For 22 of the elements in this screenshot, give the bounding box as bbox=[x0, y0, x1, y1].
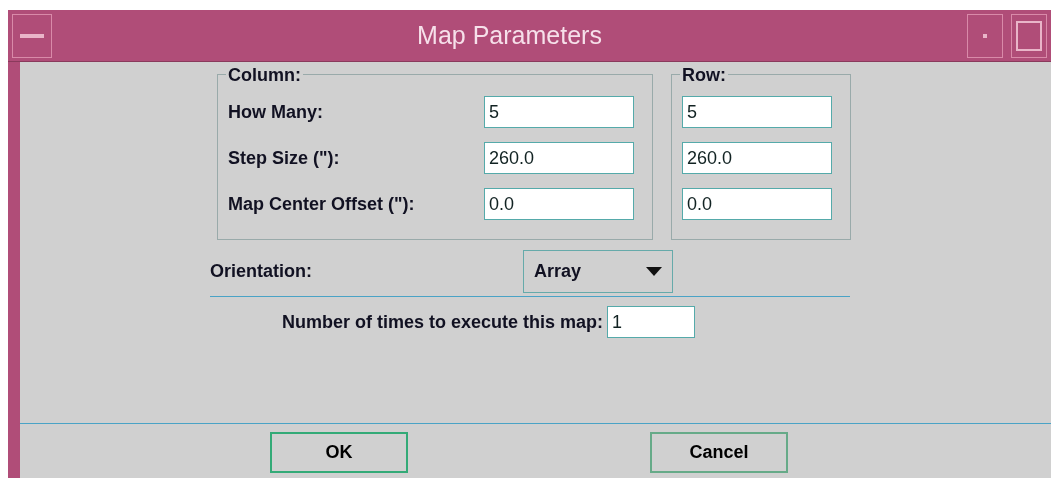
window-title: Map Parameters bbox=[416, 19, 603, 51]
minimize-icon bbox=[20, 33, 44, 38]
input-field[interactable]: 260.0 bbox=[484, 142, 634, 174]
field-label: Orientation: bbox=[210, 260, 313, 283]
cancel-button[interactable]: Cancel bbox=[650, 432, 788, 473]
caret-icon bbox=[646, 267, 662, 276]
minimize-button[interactable] bbox=[967, 13, 1003, 58]
square-icon bbox=[1016, 20, 1042, 51]
input-field[interactable]: 5 bbox=[484, 96, 634, 128]
orientation-dropdown[interactable]: Array bbox=[523, 250, 673, 293]
window-menu-button[interactable] bbox=[12, 13, 52, 58]
input-field[interactable]: 0.0 bbox=[682, 188, 832, 220]
field-label: Number of times to execute this map: bbox=[282, 310, 604, 334]
input-field[interactable]: 5 bbox=[682, 96, 832, 128]
input-field[interactable]: 1 bbox=[607, 306, 696, 338]
ok-button[interactable]: OK bbox=[270, 432, 408, 473]
field-label: Map Center Offset ("): bbox=[228, 192, 416, 216]
field-label: Step Size ("): bbox=[228, 146, 341, 170]
maximize-button[interactable] bbox=[1011, 13, 1047, 58]
field-label: How Many: bbox=[228, 100, 324, 124]
input-field[interactable]: 0.0 bbox=[484, 188, 634, 220]
input-field[interactable]: 260.0 bbox=[682, 142, 832, 174]
